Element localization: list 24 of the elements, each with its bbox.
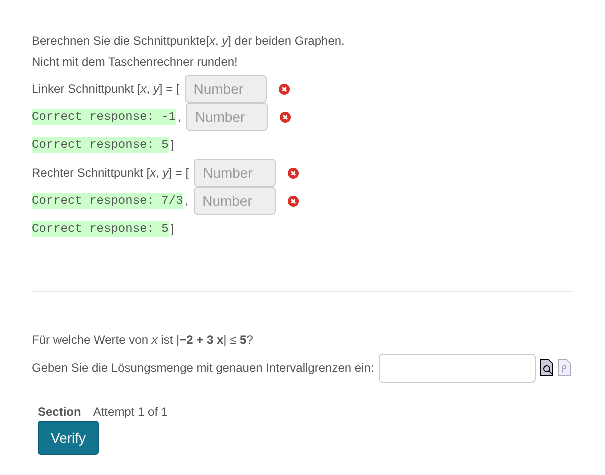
prompt-text: Geben Sie die Lösungsmenge mit genauen Intervallgrenzen ein: <box>32 361 374 375</box>
correct-response: Correct response: -1 <box>32 109 176 125</box>
number-field[interactable]: Number <box>184 75 267 103</box>
label-text: Rechter Schnittpunkt [x, y] = [ <box>32 166 190 180</box>
label-text: , <box>185 194 189 208</box>
question-text: Für welche Werte von x ist |−2 + 3 x| ≤ 5? <box>32 332 254 348</box>
label-text: ] <box>170 138 174 152</box>
answer-field[interactable] <box>379 354 536 382</box>
correct-response: Correct response: 7/3 <box>32 193 184 209</box>
label-text: Linker Schnittpunkt [x, y] = [ <box>32 82 180 96</box>
instruction-text: Berechnen Sie die Schnittpunkte[x, y] der beiden Graphen. <box>32 33 346 49</box>
preview-icon[interactable] <box>540 359 554 377</box>
number-field[interactable]: Number <box>186 103 268 131</box>
attempt-text: Attempt 1 of 1 <box>93 405 168 419</box>
label-text: ] <box>170 222 174 236</box>
correct-response: Correct response: 5 <box>32 137 169 153</box>
instruction-text: Nicht mit dem Taschenrechner runden! <box>32 54 239 70</box>
label-text: , <box>178 110 182 124</box>
correct-response: Correct response: 5 <box>32 221 169 237</box>
verify-button[interactable]: Verify <box>38 421 100 455</box>
number-field[interactable]: Number <box>194 187 276 215</box>
section-label: Section <box>38 405 82 419</box>
document-icon <box>558 359 572 377</box>
number-field[interactable]: Number <box>194 159 276 187</box>
